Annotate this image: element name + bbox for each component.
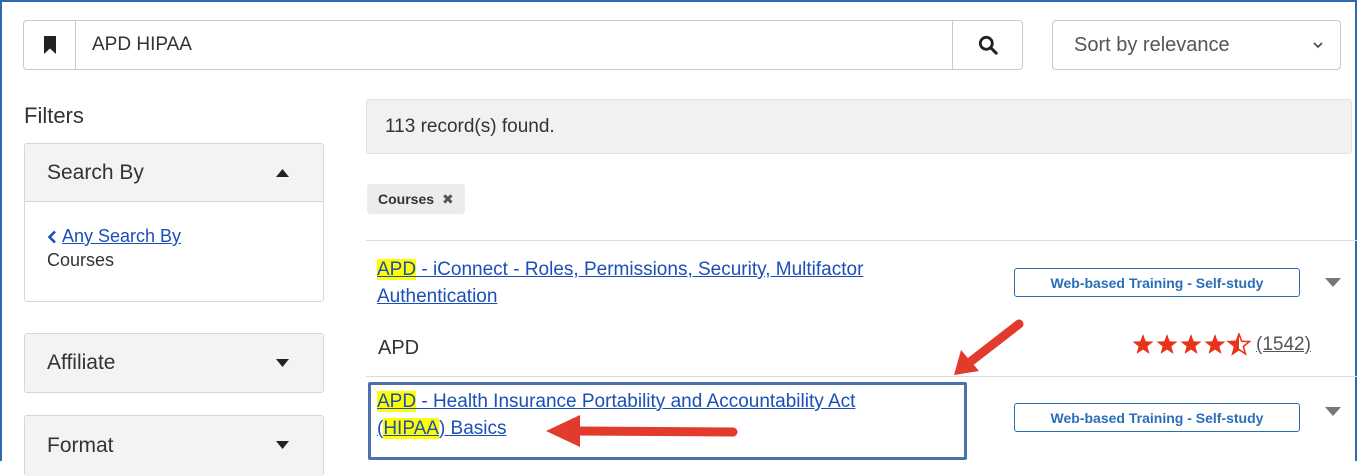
any-search-by-label: Any Search By [62, 226, 182, 246]
result-title-link[interactable]: APD - iConnect - Roles, Permissions, Sec… [377, 256, 863, 310]
format-badge-label: Web-based Training - Self-study [1050, 274, 1264, 291]
active-filter-label: Courses [378, 191, 435, 207]
caret-down-icon [276, 359, 289, 367]
bookmark-icon [43, 36, 56, 54]
filter-current-value: Courses [47, 249, 115, 270]
result-title-text: - iConnect - Roles, Permissions, Securit… [416, 259, 864, 280]
records-found-bar: 113 record(s) found. [366, 99, 1352, 154]
annotation-highlight-box [368, 382, 967, 460]
filter-panel-header[interactable]: Affiliate [25, 334, 323, 392]
filters-heading: Filters [24, 103, 84, 128]
close-icon[interactable]: ✖ [442, 191, 454, 208]
filter-panel-body: Any Search By Courses [25, 202, 323, 301]
filter-panel-label: Affiliate [47, 351, 116, 374]
search-highlight: APD [377, 259, 417, 280]
search-input[interactable] [76, 21, 952, 69]
search-button[interactable] [952, 21, 1022, 69]
filter-panel-label: Search By [47, 160, 144, 184]
star-icon [1156, 334, 1178, 354]
caret-up-icon [276, 169, 289, 177]
search-bar [23, 20, 1023, 70]
result-provider: APD [378, 337, 420, 359]
filter-panel-search-by: Search By Any Search By Courses [24, 143, 324, 302]
caret-down-icon[interactable] [1325, 407, 1341, 416]
caret-down-icon [276, 441, 289, 449]
divider [366, 376, 1357, 377]
filter-panel-affiliate: Affiliate [24, 333, 324, 393]
format-badge: Web-based Training - Self-study [1014, 268, 1300, 297]
bookmark-button[interactable] [24, 21, 76, 69]
filter-panel-header[interactable]: Format [25, 416, 323, 476]
divider [366, 240, 1357, 241]
filter-panel-label: Format [47, 434, 114, 457]
star-icon [1132, 334, 1154, 354]
chevron-left-icon [47, 230, 56, 243]
format-badge-label: Web-based Training - Self-study [1050, 409, 1264, 426]
sort-selected-value: Sort by relevance [1074, 33, 1230, 56]
result-title-text: Authentication [377, 286, 498, 307]
chevron-down-icon [1313, 42, 1323, 49]
rating-count-link[interactable]: (1542) [1256, 334, 1311, 356]
format-badge: Web-based Training - Self-study [1014, 403, 1300, 432]
star-icon [1180, 334, 1202, 354]
app-frame: Sort by relevance Filters Search By Any … [0, 0, 1357, 476]
filter-panel-format: Format [24, 415, 324, 476]
records-found-text: 113 record(s) found. [385, 115, 555, 137]
sort-dropdown[interactable]: Sort by relevance [1052, 20, 1341, 70]
any-search-by-link[interactable]: Any Search By [47, 226, 181, 247]
active-filter-chip: Courses ✖ [367, 184, 465, 214]
star-icon [1204, 334, 1226, 354]
rating-stars [1132, 333, 1252, 356]
caret-down-icon[interactable] [1325, 278, 1341, 287]
star-rating: (1542) [1132, 333, 1311, 357]
filter-panel-header[interactable]: Search By [25, 144, 323, 202]
search-icon [978, 35, 998, 55]
